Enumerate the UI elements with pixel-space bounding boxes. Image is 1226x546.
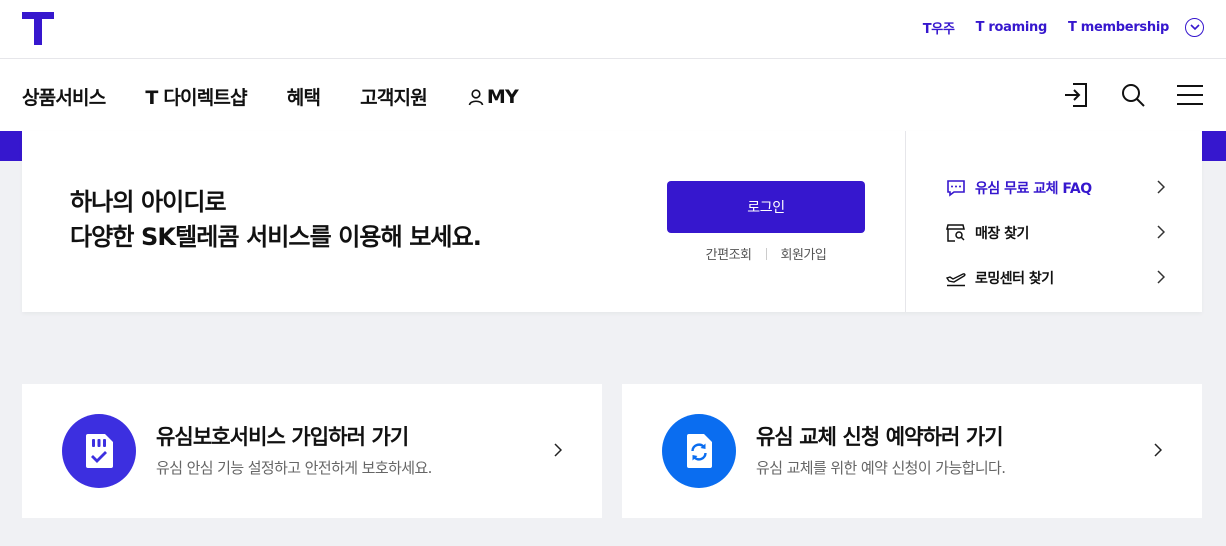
usim-check-icon [86, 434, 113, 468]
usim-refresh-icon [687, 434, 712, 468]
t-logo[interactable] [22, 12, 54, 45]
quick-lookup-link[interactable]: 간편조회 [706, 244, 752, 263]
quick-link-label: 유심 무료 교체 FAQ [975, 180, 1092, 197]
hamburger-menu-icon[interactable] [1176, 81, 1204, 109]
util-link-t-roaming[interactable]: T roaming [976, 20, 1048, 35]
quick-link-label: 로밍센터 찾기 [975, 270, 1054, 287]
chevron-right-icon [1157, 180, 1165, 194]
utility-links: T우주 T roaming T membership [902, 18, 1204, 37]
service-icon-circle [662, 414, 736, 488]
divider [765, 247, 767, 260]
login-headline: 하나의 아이디로 다양한 SK텔레콤 서비스를 이용해 보세요. [70, 185, 482, 255]
store-search-icon [945, 222, 967, 244]
t-logo-icon [22, 12, 54, 45]
chevron-right-icon [1154, 443, 1162, 457]
top-utility-bar: T우주 T roaming T membership [0, 0, 1226, 59]
service-description: 유심 교체를 위한 예약 신청이 가능합니다. [756, 459, 1006, 477]
faq-icon [945, 177, 967, 199]
gnb-item-my-label: MY [486, 85, 519, 108]
main-navigation: 상품서비스 T 다이렉트샵 혜택 고객지원 MY [0, 59, 1226, 131]
login-button[interactable]: 로그인 [667, 181, 865, 233]
login-headline-line1: 하나의 아이디로 [70, 188, 227, 216]
chevron-right-icon [1157, 270, 1165, 284]
login-headline-line2: 다양한 SK텔레콤 서비스를 이용해 보세요. [70, 223, 482, 251]
service-title: 유심 교체 신청 예약하러 가기 [756, 425, 1004, 449]
gnb-item-benefits[interactable]: 혜택 [287, 83, 321, 110]
util-link-t-membership[interactable]: T membership [1068, 20, 1169, 35]
quick-link-store-finder[interactable]: 매장 찾기 [945, 210, 1165, 255]
gnb-item-t-directshop[interactable]: T 다이렉트샵 [145, 83, 247, 110]
quick-link-roaming-center[interactable]: 로밍센터 찾기 [945, 255, 1165, 300]
chevron-down-icon[interactable] [1185, 18, 1204, 37]
gnb-item-my[interactable]: MY [467, 85, 519, 108]
signup-link[interactable]: 회원가입 [781, 244, 827, 263]
gnb-item-support[interactable]: 고객지원 [360, 83, 428, 110]
quick-link-label: 매장 찾기 [975, 225, 1029, 242]
gnb-menu: 상품서비스 T 다이렉트샵 혜택 고객지원 MY [22, 83, 558, 110]
login-icon[interactable] [1062, 81, 1090, 109]
service-title: 유심보호서비스 가입하러 가기 [156, 425, 409, 449]
login-card: 하나의 아이디로 다양한 SK텔레콤 서비스를 이용해 보세요. 로그인 간편조… [22, 131, 1202, 312]
login-sub-links: 간편조회 회원가입 [667, 244, 865, 263]
gnb-icons [1033, 81, 1204, 109]
divider [905, 131, 906, 312]
quick-links: 유심 무료 교체 FAQ 매장 찾기 로밍센터 찾기 [945, 165, 1165, 300]
chevron-right-icon [554, 443, 562, 457]
service-card-usim-protection[interactable]: 유심보호서비스 가입하러 가기 유심 안심 기능 설정하고 안전하게 보호하세요… [22, 384, 602, 518]
quick-link-usim-faq[interactable]: 유심 무료 교체 FAQ [945, 165, 1165, 210]
service-card-usim-replacement[interactable]: 유심 교체 신청 예약하러 가기 유심 교체를 위한 예약 신청이 가능합니다. [622, 384, 1202, 518]
person-icon [468, 88, 484, 105]
service-description: 유심 안심 기능 설정하고 안전하게 보호하세요. [156, 459, 432, 477]
gnb-item-products[interactable]: 상품서비스 [22, 83, 106, 110]
service-icon-circle [62, 414, 136, 488]
search-icon[interactable] [1119, 81, 1147, 109]
chevron-right-icon [1157, 225, 1165, 239]
airplane-icon [945, 267, 967, 289]
util-link-t-universe[interactable]: T우주 [923, 18, 955, 37]
